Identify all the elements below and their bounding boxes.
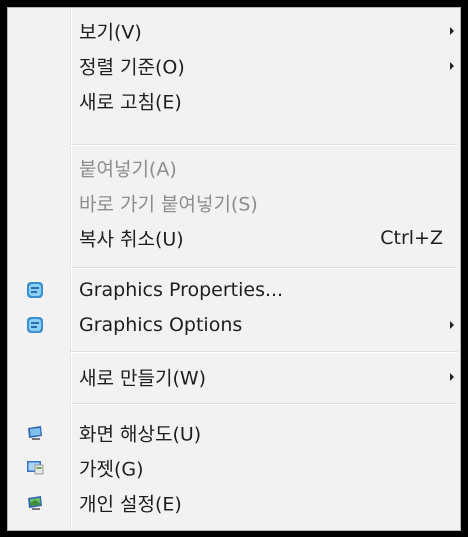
menu-item-refresh[interactable]: 새로 고침(E) [8,85,460,117]
menu-item-label: 개인 설정(E) [79,493,182,516]
menu-separator [70,351,458,353]
menu-item-label: 새로 만들기(W) [79,367,207,390]
submenu-arrow-icon [450,62,454,70]
intel-graphics-icon [27,317,43,333]
menu-item-paste-shortcut[interactable]: 바로 가기 붙여넣기(S) [8,187,460,219]
menu-item-gadgets[interactable]: 가젯(G) [8,452,460,484]
menu-separator [70,144,458,146]
menu-item-sort-by[interactable]: 정렬 기준(O) [8,50,460,82]
menu-item-label: 화면 해상도(U) [79,423,202,446]
menu-item-label: 붙여넣기(A) [79,158,177,181]
menu-item-graphics-options[interactable]: Graphics Options [8,309,460,341]
menu-separator [70,267,458,269]
menu-item-graphics-properties[interactable]: Graphics Properties... [8,274,460,306]
menu-item-label: 가젯(G) [79,458,144,481]
menu-item-label: Graphics Properties... [79,279,284,301]
intel-graphics-icon [27,282,43,298]
menu-item-undo-copy[interactable]: 복사 취소(U) Ctrl+Z [8,222,460,254]
menu-item-label: 보기(V) [79,21,142,44]
menu-item-label: 새로 고침(E) [79,91,182,114]
menu-item-paste[interactable]: 붙여넣기(A) [8,152,460,184]
personalize-icon [28,496,42,510]
submenu-arrow-icon [450,373,454,381]
menu-item-label: 바로 가기 붙여넣기(S) [79,193,258,216]
submenu-arrow-icon [450,321,454,329]
menu-separator [70,403,458,405]
menu-item-label: 복사 취소(U) [79,228,184,251]
gadget-icon [27,461,44,475]
menu-item-screen-resolution[interactable]: 화면 해상도(U) [8,417,460,449]
context-menu: 보기(V) 정렬 기준(O) 새로 고침(E) 붙여넣기(A) 바로 가기 붙여… [7,7,461,531]
menu-item-label: Graphics Options [79,314,243,336]
menu-item-shortcut: Ctrl+Z [380,227,443,249]
menu-item-view[interactable]: 보기(V) [8,15,460,47]
menu-item-label: 정렬 기준(O) [79,56,185,79]
display-icon [28,426,42,440]
submenu-arrow-icon [450,27,454,35]
menu-item-new[interactable]: 새로 만들기(W) [8,361,460,393]
menu-item-personalize[interactable]: 개인 설정(E) [8,487,460,519]
